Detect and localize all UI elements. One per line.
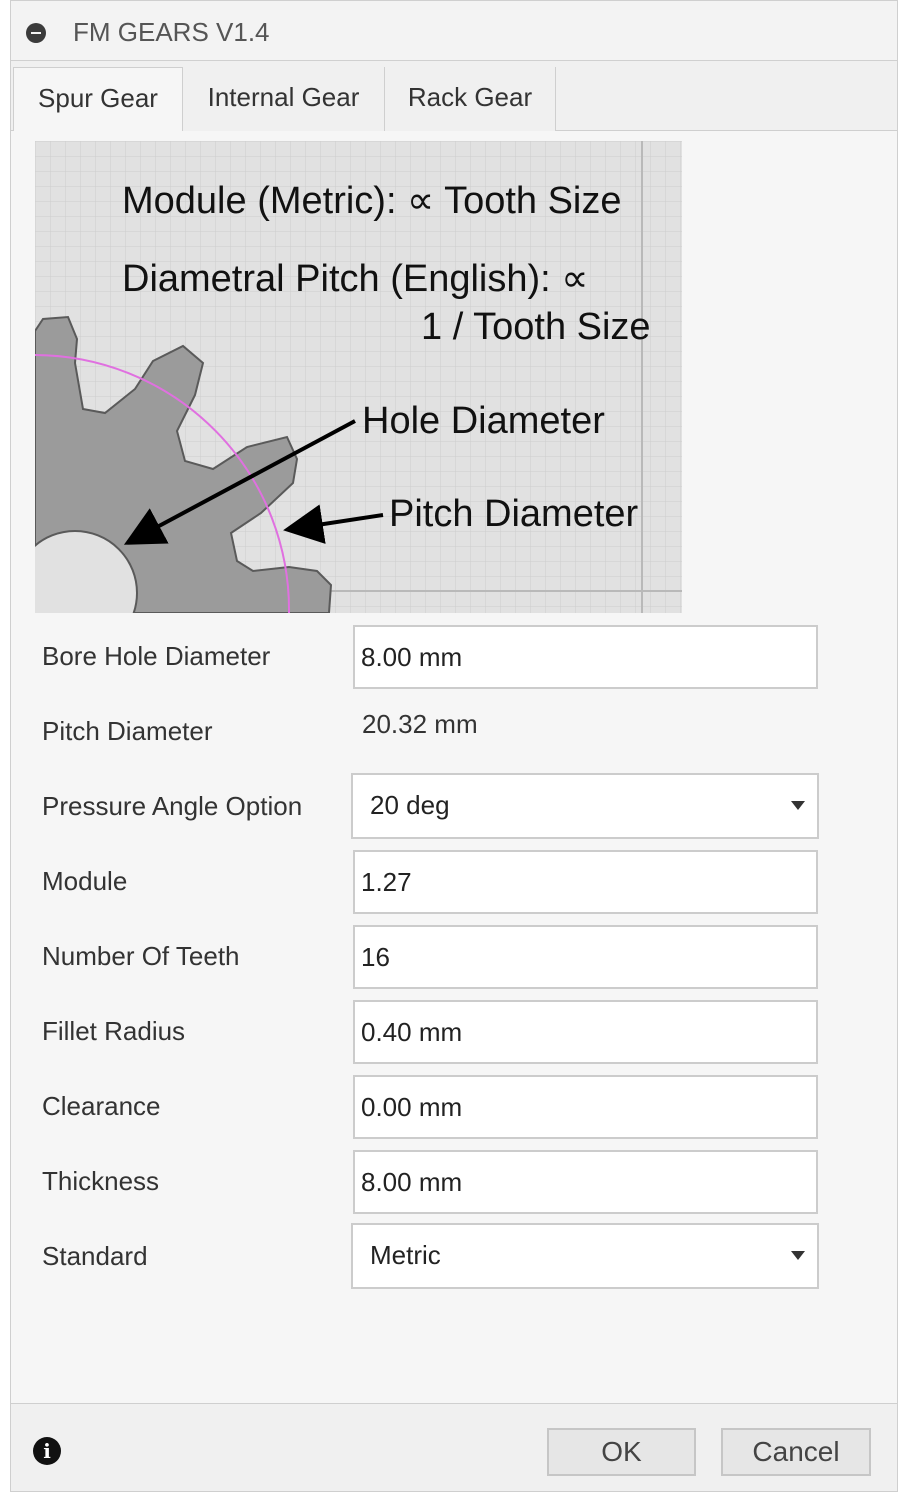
tab-bar: Spur Gear Internal Gear Rack Gear (11, 67, 897, 132)
chevron-down-icon (791, 801, 805, 810)
fillet-radius-label: Fillet Radius (42, 1016, 186, 1046)
tab-spur-gear[interactable]: Spur Gear (13, 67, 183, 132)
ok-button[interactable]: OK (547, 1428, 696, 1476)
standard-select[interactable]: Metric (351, 1223, 819, 1289)
dialog-title: FM GEARS V1.4 (73, 17, 270, 47)
pressure-angle-value: 20 deg (370, 790, 450, 820)
clearance-input[interactable]: 0.00 mm (353, 1075, 818, 1139)
standard-value: Metric (370, 1240, 441, 1270)
spur-gear-panel: Module (Metric): ∝ Tooth Size Diametral … (11, 131, 897, 1403)
pitch-diameter-label: Pitch Diameter (42, 716, 213, 746)
gears-dialog: FM GEARS V1.4 Spur Gear Internal Gear Ra… (10, 0, 898, 1492)
illustration-line-1: Module (Metric): ∝ Tooth Size (122, 180, 622, 222)
pressure-angle-select[interactable]: 20 deg (351, 773, 819, 839)
hole-diameter-label: Hole Diameter (362, 400, 605, 442)
cancel-button[interactable]: Cancel (721, 1428, 871, 1476)
illustration-line-3: 1 / Tooth Size (421, 306, 651, 348)
titlebar: FM GEARS V1.4 (11, 1, 897, 61)
clearance-label: Clearance (42, 1091, 161, 1121)
dialog-footer: i OK Cancel (11, 1403, 897, 1491)
tab-internal-gear[interactable]: Internal Gear (183, 67, 385, 131)
collapse-icon[interactable] (26, 23, 46, 43)
bore-hole-diameter-input[interactable]: 8.00 mm (353, 625, 818, 689)
standard-label: Standard (42, 1241, 148, 1271)
thickness-input[interactable]: 8.00 mm (353, 1150, 818, 1214)
chevron-down-icon (791, 1251, 805, 1260)
module-label: Module (42, 866, 128, 896)
fillet-radius-input[interactable]: 0.40 mm (353, 1000, 818, 1064)
number-of-teeth-input[interactable]: 16 (353, 925, 818, 989)
pressure-angle-label: Pressure Angle Option (42, 791, 303, 821)
pitch-diameter-label: Pitch Diameter (389, 493, 639, 535)
number-of-teeth-label: Number Of Teeth (42, 941, 240, 971)
thickness-label: Thickness (42, 1166, 160, 1196)
pitch-diameter-value: 20.32 mm (362, 709, 478, 739)
illustration-line-2: Diametral Pitch (English): ∝ (122, 258, 588, 300)
info-icon[interactable]: i (33, 1437, 61, 1465)
bore-hole-diameter-label: Bore Hole Diameter (42, 641, 271, 671)
gear-illustration: Module (Metric): ∝ Tooth Size Diametral … (35, 141, 682, 613)
tab-rack-gear[interactable]: Rack Gear (385, 67, 556, 131)
module-input[interactable]: 1.27 (353, 850, 818, 914)
